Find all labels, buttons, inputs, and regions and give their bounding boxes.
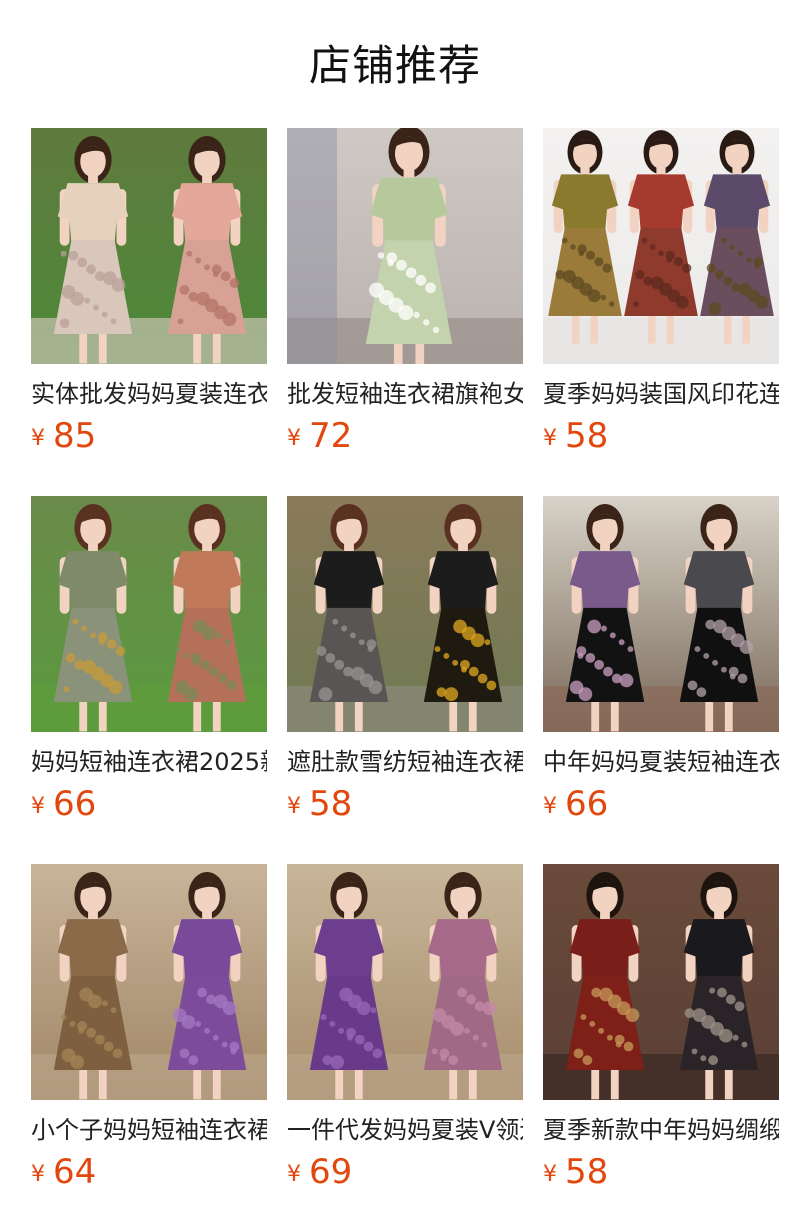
product-price: ¥72 (287, 416, 352, 456)
dress-photo (31, 496, 267, 732)
product-name[interactable]: 中年妈妈夏装短袖连衣裙 (543, 746, 779, 778)
currency-symbol: ¥ (543, 426, 557, 451)
product-image[interactable] (31, 496, 267, 732)
currency-symbol: ¥ (543, 1162, 557, 1187)
product-grid: 实体批发妈妈夏装连衣裙 ¥85 批发短袖连衣裙旗袍女 ¥72 夏季妈妈装国风印花… (31, 128, 779, 1192)
currency-symbol: ¥ (31, 794, 45, 819)
product-price: ¥64 (31, 1152, 96, 1192)
product-image[interactable] (31, 864, 267, 1100)
product-card[interactable]: 遮肚款雪纺短袖连衣裙 ¥58 (287, 496, 523, 824)
product-price: ¥69 (287, 1152, 352, 1192)
product-price: ¥58 (543, 416, 608, 456)
dress-photo (31, 128, 267, 364)
dress-photo (287, 864, 523, 1100)
product-card[interactable]: 一件代发妈妈夏装V领连衣裙 ¥69 (287, 864, 523, 1192)
product-name[interactable]: 妈妈短袖连衣裙2025新款 (31, 746, 267, 778)
price-value: 66 (565, 784, 609, 824)
dress-photo (543, 128, 779, 364)
price-value: 66 (53, 784, 97, 824)
price-value: 69 (309, 1152, 353, 1192)
product-image[interactable] (287, 864, 523, 1100)
currency-symbol: ¥ (31, 1162, 45, 1187)
price-value: 72 (309, 416, 353, 456)
price-value: 58 (565, 1152, 609, 1192)
product-name[interactable]: 夏季妈妈装国风印花连衣裙 (543, 378, 779, 410)
price-value: 58 (565, 416, 609, 456)
dress-photo (287, 496, 523, 732)
product-image[interactable] (543, 864, 779, 1100)
product-image[interactable] (31, 128, 267, 364)
currency-symbol: ¥ (287, 794, 301, 819)
product-name[interactable]: 实体批发妈妈夏装连衣裙 (31, 378, 267, 410)
product-price: ¥58 (543, 1152, 608, 1192)
product-price: ¥58 (287, 784, 352, 824)
product-card[interactable]: 夏季新款中年妈妈绸缎连衣裙 ¥58 (543, 864, 779, 1192)
product-name[interactable]: 批发短袖连衣裙旗袍女 (287, 378, 523, 410)
dress-photo (31, 864, 267, 1100)
page-title: 店铺推荐 (308, 41, 481, 90)
product-price: ¥66 (543, 784, 608, 824)
product-card[interactable]: 小个子妈妈短袖连衣裙 ¥64 (31, 864, 267, 1192)
currency-symbol: ¥ (287, 1162, 301, 1187)
currency-symbol: ¥ (31, 426, 45, 451)
dress-photo (287, 128, 523, 364)
product-image[interactable] (543, 128, 779, 364)
currency-symbol: ¥ (287, 426, 301, 451)
price-value: 85 (53, 416, 97, 456)
dress-photo (543, 864, 779, 1100)
product-image[interactable] (543, 496, 779, 732)
price-value: 64 (53, 1152, 97, 1192)
product-card[interactable]: 夏季妈妈装国风印花连衣裙 ¥58 (543, 128, 779, 456)
product-name[interactable]: 遮肚款雪纺短袖连衣裙 (287, 746, 523, 778)
product-name[interactable]: 一件代发妈妈夏装V领连衣裙 (287, 1114, 523, 1146)
price-value: 58 (309, 784, 353, 824)
product-card[interactable]: 妈妈短袖连衣裙2025新款 ¥66 (31, 496, 267, 824)
currency-symbol: ¥ (543, 794, 557, 819)
product-name[interactable]: 小个子妈妈短袖连衣裙 (31, 1114, 267, 1146)
dress-photo (543, 496, 779, 732)
product-card[interactable]: 实体批发妈妈夏装连衣裙 ¥85 (31, 128, 267, 456)
product-image[interactable] (287, 128, 523, 364)
product-card[interactable]: 中年妈妈夏装短袖连衣裙 ¥66 (543, 496, 779, 824)
product-price: ¥85 (31, 416, 96, 456)
product-price: ¥66 (31, 784, 96, 824)
product-card[interactable]: 批发短袖连衣裙旗袍女 ¥72 (287, 128, 523, 456)
store-recommendations-page: 店铺推荐 实体批发妈妈夏装连衣裙 ¥85 批发短袖连衣裙旗袍女 ¥72 夏季妈妈… (0, 0, 790, 1232)
product-name[interactable]: 夏季新款中年妈妈绸缎连衣裙 (543, 1114, 779, 1146)
product-image[interactable] (287, 496, 523, 732)
